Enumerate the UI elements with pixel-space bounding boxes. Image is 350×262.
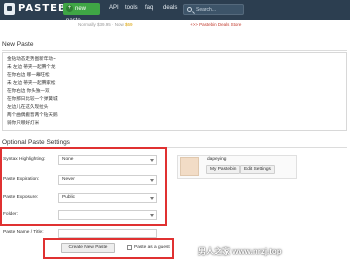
- edit-settings-button[interactable]: Edit Settings: [240, 165, 275, 174]
- promo-prefix: Normally $39.95 · Now: [78, 22, 126, 27]
- paste-name-input[interactable]: [58, 229, 157, 238]
- username[interactable]: dapeying: [207, 157, 226, 162]
- divider: [2, 50, 347, 51]
- search-icon[interactable]: [187, 7, 192, 12]
- new-paste-heading: New Paste: [2, 41, 34, 48]
- paste-line: 未 左边 蒂夹一起腾家松: [7, 80, 56, 85]
- paste-name-label: Paste Name / Title:: [3, 230, 44, 235]
- nav-tools[interactable]: tools: [125, 5, 138, 11]
- optional-settings-heading: Optional Paste Settings: [2, 139, 70, 146]
- search-box[interactable]: [183, 4, 244, 15]
- pastebin-logo-icon[interactable]: [4, 3, 15, 15]
- submit-highlight-frame: [43, 238, 174, 259]
- nav-deals[interactable]: deals: [163, 5, 177, 11]
- paste-line: 在你右边 你头独一双: [7, 88, 50, 93]
- search-input[interactable]: [196, 6, 242, 14]
- paste-textarea[interactable]: 金钻动态走势图新年动~ 未 左边 蒂夹一起腾个龙 在你右边 哪一幕旺松 未 左边…: [2, 52, 347, 131]
- plus-icon: +: [66, 5, 73, 12]
- avatar[interactable]: [180, 157, 199, 176]
- my-pastebin-button[interactable]: My Pastebin: [206, 165, 241, 174]
- paste-line: 左边儿在这久现拉头: [7, 104, 49, 109]
- nav-api[interactable]: API: [109, 5, 119, 11]
- paste-line: 骑你只哪好灯米: [7, 120, 40, 125]
- paste-line: 在你右边 哪一幕旺松: [7, 72, 50, 77]
- watermark: 男人之家 www.nrzj.top: [198, 247, 282, 256]
- promo-price: $69: [125, 22, 133, 27]
- paste-line: 金钻动态走势图新年动~: [7, 56, 56, 61]
- paste-line: 两个曲偶搬晋两个钻天鹅: [7, 112, 58, 117]
- promo-info: Normally $39.95 · Now $69: [78, 22, 133, 27]
- settings-highlight-frame: [0, 147, 167, 226]
- new-paste-button[interactable]: + new paste: [63, 3, 100, 24]
- nav-faq[interactable]: faq: [145, 5, 153, 11]
- deals-store-link[interactable]: +>> Pastebin Deals Store: [190, 22, 241, 27]
- paste-line: 在你那日比较一个弹簧城: [7, 96, 58, 101]
- paste-line: 未 左边 蒂夹一起腾个龙: [7, 64, 56, 69]
